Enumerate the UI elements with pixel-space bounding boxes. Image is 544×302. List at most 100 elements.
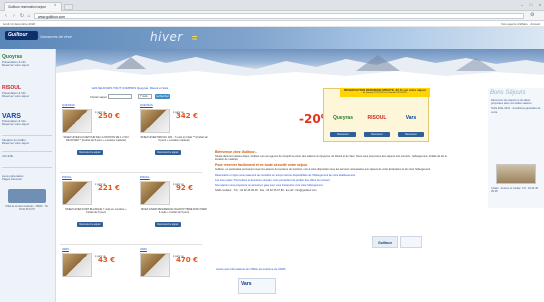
card-more-button[interactable]: Découvrez le séjour [155, 222, 181, 227]
browser-tabbar: Guilltour reservation sejour × – □ × [0, 0, 544, 11]
new-tab-button[interactable] [64, 4, 73, 10]
promo-vars[interactable]: Vars [394, 112, 428, 124]
promo-risoul[interactable]: RISOUL [360, 112, 394, 124]
welcome-paragraph: Guiltour, en partenariat permanent avec … [215, 168, 431, 172]
promo-risoul-button[interactable]: Découvrez [364, 132, 390, 137]
sidebar-link[interactable]: Réservez votre séjour [2, 122, 52, 126]
window-close-icon[interactable]: × [536, 1, 544, 8]
sejour-card[interactable]: QUEYRAS à partir de 250 € SKIEZ HIVER AU… [62, 104, 132, 166]
right-sidebar-text[interactable]: Tarifs 2011-2012 · Conditions générales … [488, 106, 544, 114]
promo-subtitle: du Samedi 17/12/2011 au Samedi 24/12/201… [362, 92, 408, 95]
partner-logo[interactable] [400, 236, 422, 248]
welcome-paragraph: Située dans les Hautes-Alpes, Guiltour e… [215, 155, 447, 162]
left-sidebar: Quoyras Présentation & Info Réservez vot… [0, 49, 56, 302]
card-more-button[interactable]: Découvrez le séjour [77, 150, 103, 155]
card-thumbnail[interactable] [62, 181, 92, 205]
sidebar-link[interactable]: Réservez votre séjour [2, 141, 52, 145]
card-more-button[interactable]: Découvrez le séjour [77, 222, 103, 227]
card-thumbnail[interactable] [62, 109, 92, 133]
url-input[interactable]: www.guilltour.com [34, 13, 524, 19]
card-thumbnail[interactable] [140, 109, 170, 133]
sidebar-divider [2, 135, 52, 136]
logo-tagline: Vacances de rêve [40, 34, 72, 39]
tab-title: Guilltour reservation sejour [8, 5, 47, 9]
card-station[interactable]: VARS [140, 248, 210, 251]
sidebar-divider [2, 151, 52, 152]
welcome-heading-2: Pour réserver facilement et en toute séc… [215, 163, 308, 168]
sidebar-partners[interactable]: Liens partenaires Pages d'accueil [2, 174, 52, 182]
tab-close-icon[interactable]: × [54, 2, 56, 7]
wrench-icon[interactable]: ⚙ [530, 12, 534, 18]
card-description: SKIEZ HIVER MIDI DU 200 - 7 nuits en hôt… [140, 136, 208, 143]
sidebar-vars[interactable]: VARS Présentation & Info Réservez votre … [2, 113, 52, 127]
card-divider [60, 172, 202, 173]
card-station[interactable]: VARS [62, 248, 132, 251]
sidebar-link[interactable]: Voir ETE [2, 154, 52, 158]
sidebar-link[interactable]: Réservez votre séjour [2, 94, 52, 98]
card-station[interactable]: RISOUL [140, 176, 210, 179]
card-divider [60, 244, 202, 245]
back-icon[interactable]: ‹ [3, 13, 9, 19]
welcome-contact: SARL Guiltour · Tél. : 04 92 45 09 48 · … [215, 189, 317, 193]
search-button[interactable]: rechercher [155, 94, 170, 99]
home-icon[interactable]: ⌂ [26, 13, 32, 19]
top-links[interactable]: Nos agents d'affaire · Accueil [501, 22, 540, 26]
season-title: hiver [150, 30, 183, 44]
promo-queyras-button[interactable]: Découvrez [330, 132, 356, 137]
card-station[interactable]: RISOUL [62, 176, 132, 179]
right-sidebar: Bons Séjours Découvrez les séjours et le… [488, 88, 544, 208]
card-price: 470 € [176, 256, 198, 264]
promo-queyras[interactable]: Queyras [326, 112, 360, 124]
site-logo[interactable]: Guiltour [5, 31, 38, 40]
guiltour-partner-logo[interactable]: Guiltour [372, 236, 398, 248]
sidebar-risoul[interactable]: RISOUL Présentation & Info Réservez votr… [2, 85, 52, 99]
vars-office-logo[interactable]: Vars [238, 278, 276, 294]
sidebar-link[interactable]: Pages d'accueil [2, 177, 52, 181]
agency-photo [8, 189, 46, 203]
date-text: lundi 14 décembre 2020 [3, 22, 36, 26]
mountain-banner [56, 49, 544, 82]
card-thumbnail[interactable] [140, 253, 170, 277]
search-label: Choisir séjour [90, 95, 108, 99]
card-price: 342 € [176, 112, 198, 120]
welcome-paragraph: Les bons plans "Promotions et dernières … [215, 178, 331, 182]
sejour-card[interactable]: QUEYRAS à partir de 342 € SKIEZ HIVER MI… [140, 104, 210, 166]
card-thumbnail[interactable] [62, 253, 92, 277]
window-maximize-icon[interactable]: □ [527, 1, 535, 8]
promo-vars-button[interactable]: Découvrez [398, 132, 424, 137]
sejour-card[interactable]: VARS à partir de 43 € [62, 248, 132, 302]
card-thumbnail[interactable] [140, 181, 170, 205]
forward-icon[interactable]: › [11, 13, 17, 19]
card-station[interactable]: QUEYRAS [62, 104, 132, 107]
right-sidebar-footer: Chalet · Arvieux et Ceillac. Tél : 04 92… [491, 187, 538, 194]
card-price: 43 € [98, 256, 116, 264]
sidebar-queyras[interactable]: Quoyras Présentation & Info Réservez vot… [2, 54, 52, 68]
listing-title: LES SEJOURS TOUT COMPRIS Queyras, Risoul… [91, 86, 169, 90]
welcome-paragraph: Réservation en ligne sous paiement de co… [215, 173, 356, 177]
sejour-select[interactable] [108, 94, 132, 99]
sidebar-link[interactable]: Réservez votre séjour [2, 63, 52, 67]
sidebar-ete[interactable]: Voir ETE [2, 154, 52, 158]
window-minimize-icon[interactable]: – [518, 1, 526, 8]
sejour-card[interactable]: RISOUL à partir de 221 € SKIEZ HIVER FOR… [62, 176, 132, 238]
right-sidebar-text[interactable]: Découvrez les séjours et les idées propo… [488, 98, 544, 106]
vars-office-link[interactable]: Accès aux informations de l'Office de to… [216, 267, 285, 271]
card-description: SKIEZ HIVER RESIDENCE CHAFFOT BRIE RISO … [140, 208, 208, 215]
agency-address: Hôtel de la Gare Guillestre · 05600 · Té… [5, 205, 49, 211]
reload-icon[interactable]: ↻ [19, 13, 25, 19]
sejour-card[interactable]: RISOUL à partir de 92 € SKIEZ HIVER RESI… [140, 176, 210, 238]
nights-select[interactable]: 7 nuits [138, 94, 152, 99]
card-price: 92 € [176, 184, 194, 192]
right-sidebar-heading: Bons Séjours [490, 90, 526, 96]
card-price: 250 € [98, 112, 120, 120]
card-station[interactable]: QUEYRAS [140, 104, 210, 107]
sejour-card[interactable]: VARS à partir de 470 € [140, 248, 210, 302]
sidebar-situation[interactable]: Situation du Guillet Réservez votre séjo… [2, 138, 52, 146]
card-description: SKIEZ HIVER FORT BLANCHE 7 nuits en Loca… [65, 208, 127, 215]
chalet-photo[interactable] [496, 164, 536, 184]
card-more-button[interactable]: Découvrez le séjour [155, 150, 181, 155]
search-row: Choisir séjour 7 nuits rechercher [60, 94, 200, 101]
promo-title: RESERVATION DERNIERE MINUTE -20 % sur vo… [340, 88, 430, 97]
address-bar: ‹ › ↻ ⌂ www.guilltour.com ⚙ [0, 11, 544, 21]
sidebar-divider [2, 167, 52, 168]
